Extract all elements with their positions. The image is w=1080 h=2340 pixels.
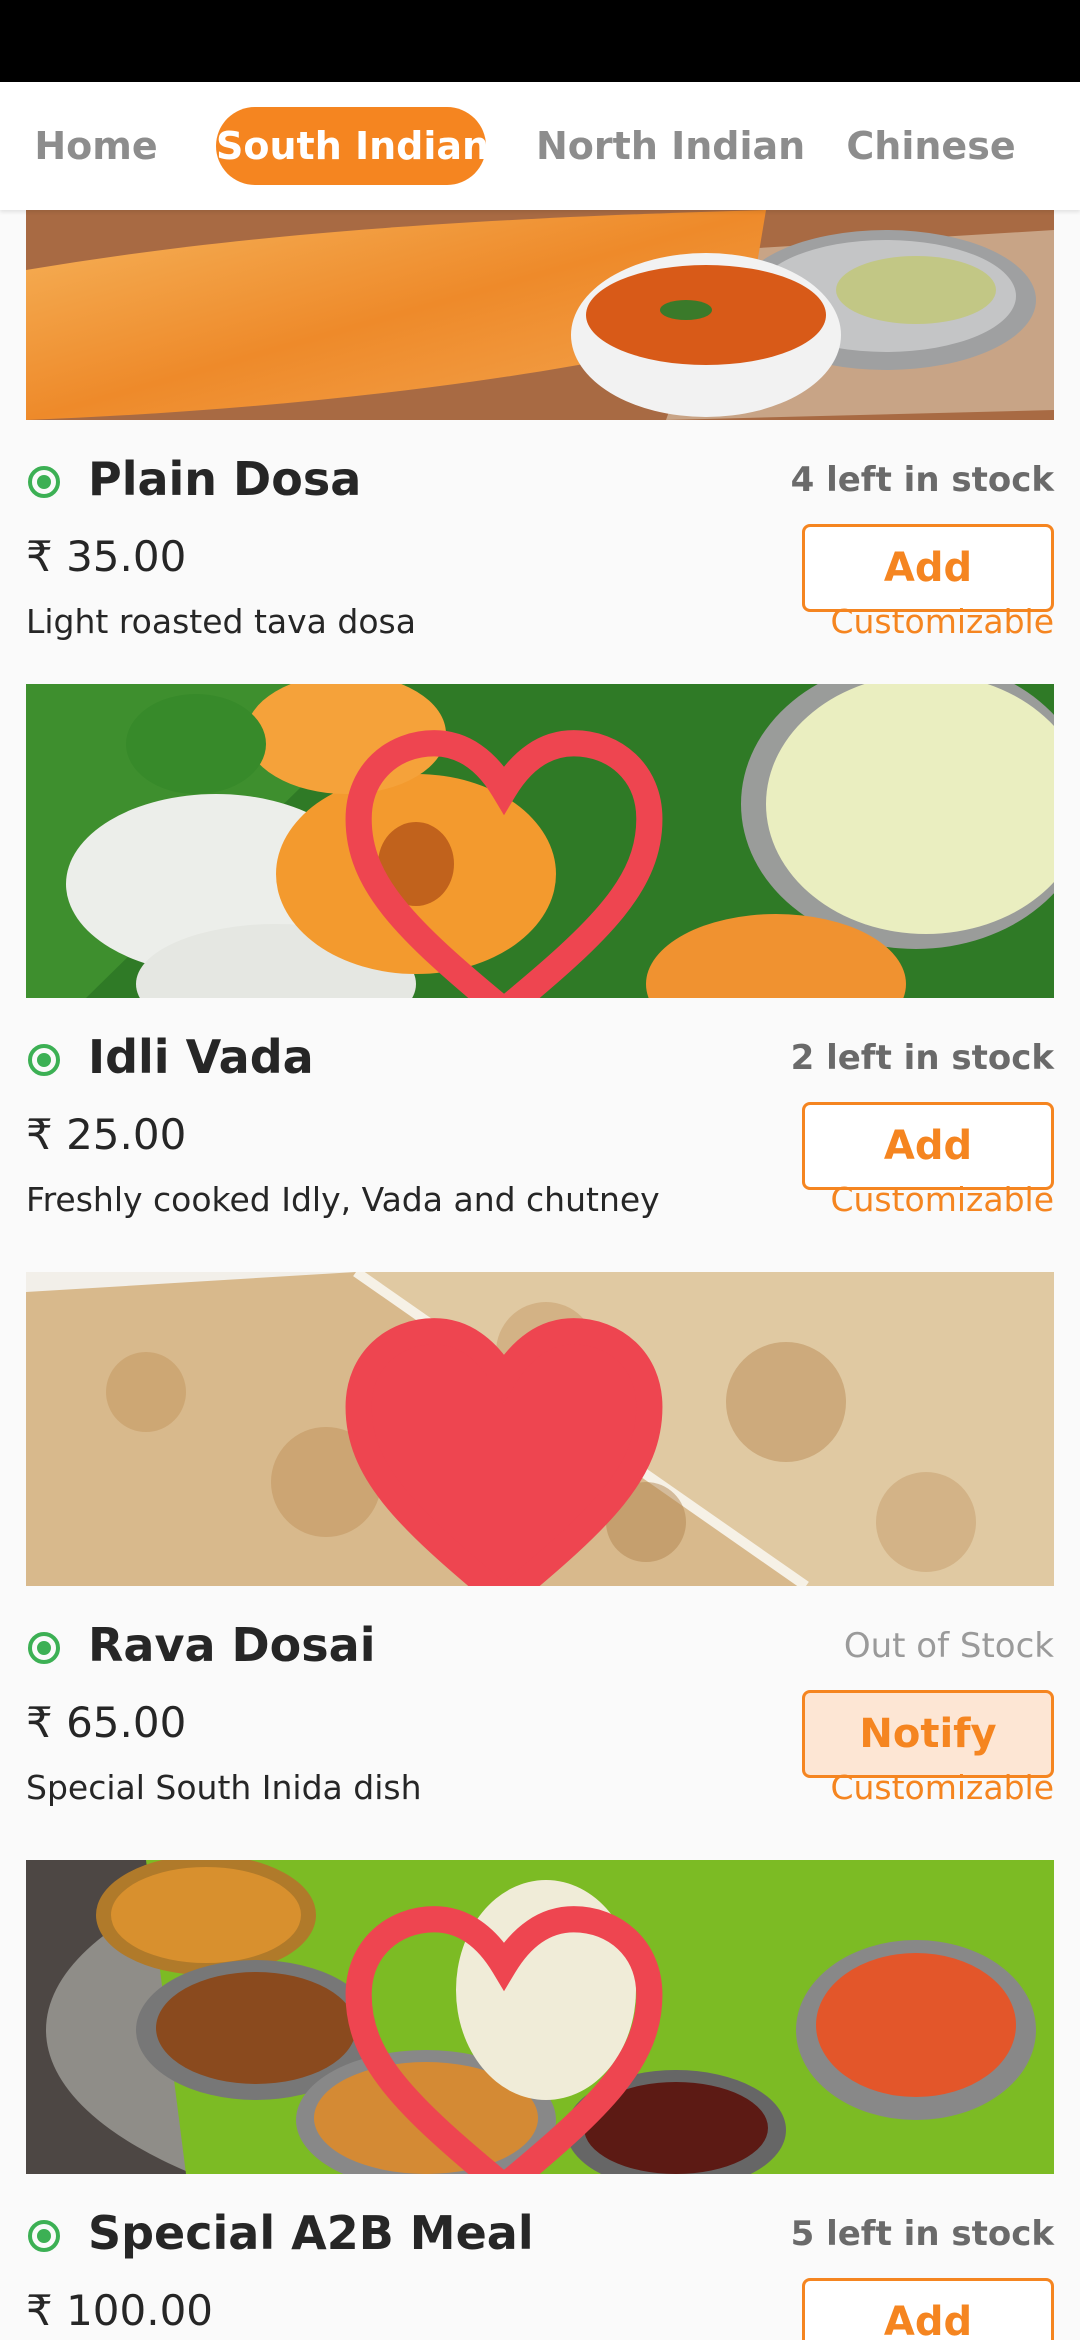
heart-filled-icon[interactable] <box>26 1308 1018 1586</box>
item-description: Special South Inida dish <box>26 1768 422 1807</box>
menu-item-card: Rava Dosai Out of Stock ₹ 65.00 Notify S… <box>0 1272 1080 1860</box>
item-name: Idli Vada <box>88 1030 314 1084</box>
menu-item-card: Special A2B Meal 5 left in stock ₹ 100.0… <box>0 1860 1080 2340</box>
customizable-link[interactable]: Customizable <box>830 602 1054 641</box>
rava-dosai-image[interactable] <box>26 1272 1054 1586</box>
stock-label: 5 left in stock <box>790 2214 1054 2254</box>
veg-indicator-icon <box>26 2218 62 2254</box>
item-price: ₹ 100.00 <box>26 2286 214 2335</box>
item-price: ₹ 25.00 <box>26 1110 187 1159</box>
item-name: Plain Dosa <box>88 452 362 506</box>
veg-indicator-icon <box>26 1042 62 1078</box>
meal-image[interactable] <box>26 1860 1054 2174</box>
menu-item-card: Plain Dosa 4 left in stock ₹ 35.00 Add L… <box>0 210 1080 694</box>
item-description: Light roasted tava dosa <box>26 602 416 641</box>
tab-chinese[interactable]: Chinese <box>846 107 1016 185</box>
tab-north-indian[interactable]: North Indian <box>536 107 805 185</box>
item-name: Rava Dosai <box>88 1618 376 1672</box>
tab-south-indian[interactable]: South Indian <box>216 107 489 185</box>
veg-indicator-icon <box>26 1630 62 1666</box>
item-price: ₹ 35.00 <box>26 532 187 581</box>
customizable-link[interactable]: Customizable <box>830 1180 1054 1219</box>
item-description: Freshly cooked Idly, Vada and chutney <box>26 1180 660 1219</box>
menu-list[interactable]: Plain Dosa 4 left in stock ₹ 35.00 Add L… <box>0 210 1080 2340</box>
add-button[interactable]: Add <box>802 1102 1054 1190</box>
menu-item-card: Idli Vada 2 left in stock ₹ 25.00 Add Fr… <box>0 684 1080 1272</box>
stock-label: Out of Stock <box>843 1626 1054 1666</box>
notify-button[interactable]: Notify <box>802 1690 1054 1778</box>
category-tabs: Home South Indian North Indian Chinese <box>0 82 1080 210</box>
add-button[interactable]: Add <box>802 2278 1054 2340</box>
heart-outline-icon[interactable] <box>26 720 1018 998</box>
status-bar <box>0 0 1080 82</box>
dosa-image[interactable] <box>26 210 1054 420</box>
customizable-link[interactable]: Customizable <box>830 1768 1054 1807</box>
stock-label: 4 left in stock <box>790 460 1054 500</box>
veg-indicator-icon <box>26 464 62 500</box>
stock-label: 2 left in stock <box>790 1038 1054 1078</box>
add-button[interactable]: Add <box>802 524 1054 612</box>
heart-outline-icon[interactable] <box>26 1896 1018 2174</box>
tab-home[interactable]: Home <box>26 107 166 185</box>
idli-vada-image[interactable] <box>26 684 1054 998</box>
item-name: Special A2B Meal <box>88 2206 534 2260</box>
item-price: ₹ 65.00 <box>26 1698 187 1747</box>
